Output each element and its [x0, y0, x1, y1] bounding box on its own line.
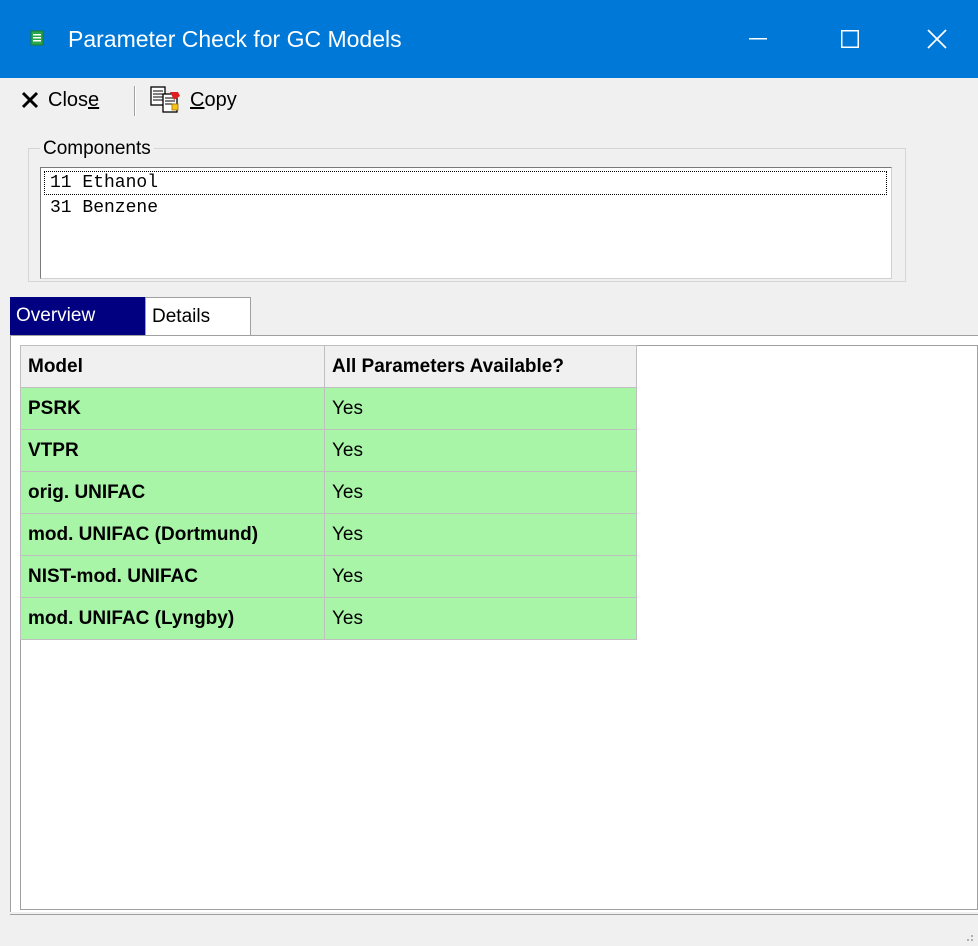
available-cell[interactable]: Yes: [324, 513, 637, 556]
tab-overview[interactable]: Overview: [10, 297, 146, 335]
app-icon: [30, 30, 44, 46]
model-cell[interactable]: mod. UNIFAC (Dortmund): [20, 513, 325, 556]
window-close-button[interactable]: [896, 0, 978, 78]
column-header-model[interactable]: Model: [20, 345, 325, 388]
model-cell[interactable]: VTPR: [20, 429, 325, 472]
toolbar-separator: [134, 86, 136, 116]
minimize-button[interactable]: [712, 0, 804, 78]
copy-button-label: Copy: [190, 88, 237, 111]
components-group-label: Components: [40, 137, 154, 161]
list-item[interactable]: 31 Benzene: [44, 196, 887, 220]
status-panel: [10, 914, 978, 944]
minimize-icon: [749, 38, 767, 40]
available-cell[interactable]: Yes: [324, 597, 637, 640]
close-icon: [927, 29, 947, 49]
grid-header-row: Model All Parameters Available?: [20, 345, 637, 388]
model-cell[interactable]: NIST-mod. UNIFAC: [20, 555, 325, 598]
available-cell[interactable]: Yes: [324, 471, 637, 514]
table-row[interactable]: VTPR Yes: [20, 429, 637, 472]
available-cell[interactable]: Yes: [324, 429, 637, 472]
model-cell[interactable]: orig. UNIFAC: [20, 471, 325, 514]
model-cell[interactable]: PSRK: [20, 387, 325, 430]
close-button-label: Close: [48, 88, 100, 111]
table-row[interactable]: orig. UNIFAC Yes: [20, 471, 637, 514]
close-button[interactable]: Close: [20, 80, 99, 120]
title-bar[interactable]: Parameter Check for GC Models: [0, 0, 978, 78]
resize-grip-icon[interactable]: [964, 932, 974, 942]
x-close-icon: [21, 91, 39, 109]
parameter-check-window: Parameter Check for GC Models Close Copy…: [0, 0, 978, 946]
table-row[interactable]: NIST-mod. UNIFAC Yes: [20, 555, 637, 598]
table-row[interactable]: mod. UNIFAC (Dortmund) Yes: [20, 513, 637, 556]
results-grid: Model All Parameters Available? PSRK Yes…: [20, 345, 637, 640]
maximize-icon: [841, 30, 859, 48]
model-cell[interactable]: mod. UNIFAC (Lyngby): [20, 597, 325, 640]
table-row[interactable]: PSRK Yes: [20, 387, 637, 430]
available-cell[interactable]: Yes: [324, 387, 637, 430]
table-row[interactable]: mod. UNIFAC (Lyngby) Yes: [20, 597, 637, 640]
tab-details[interactable]: Details: [145, 297, 251, 335]
status-bar: [0, 912, 978, 946]
list-item[interactable]: 11 Ethanol: [44, 171, 887, 195]
tab-strip: Overview Details: [0, 297, 978, 335]
copy-button[interactable]: Copy: [150, 80, 237, 120]
copy-icon: [150, 86, 180, 113]
window-title: Parameter Check for GC Models: [68, 26, 402, 52]
maximize-button[interactable]: [804, 0, 896, 78]
components-listbox[interactable]: 11 Ethanol 31 Benzene: [40, 167, 892, 279]
toolbar: Close Copy: [0, 78, 978, 122]
column-header-available[interactable]: All Parameters Available?: [324, 345, 637, 388]
available-cell[interactable]: Yes: [324, 555, 637, 598]
